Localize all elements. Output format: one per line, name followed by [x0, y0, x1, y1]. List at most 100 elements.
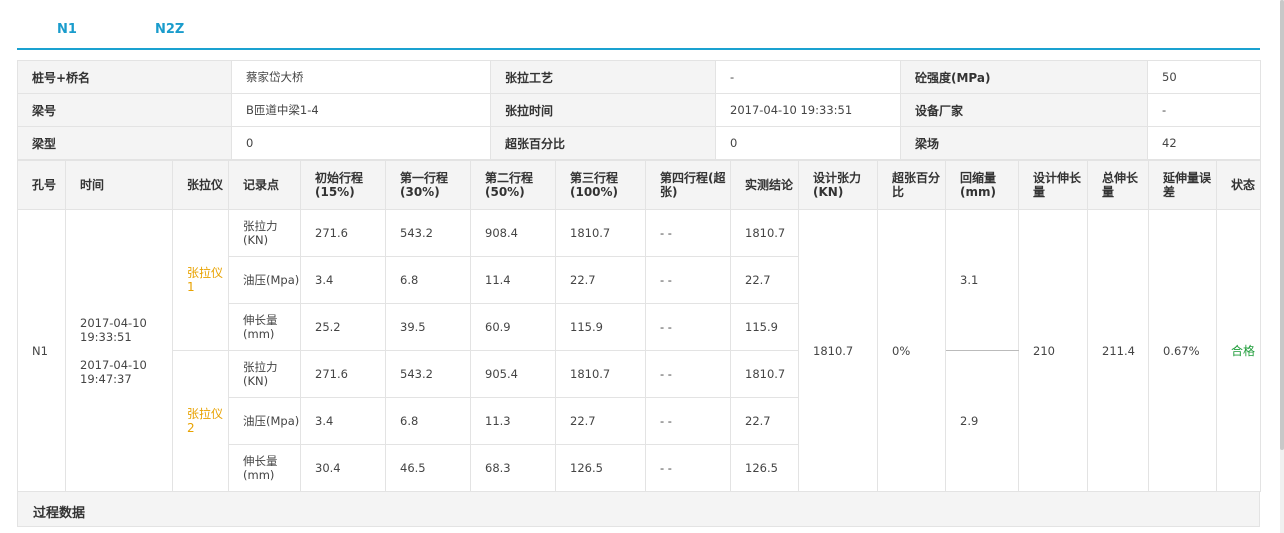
- col-header: 第二行程(50%): [470, 160, 556, 210]
- col-header: 初始行程(15%): [300, 160, 386, 210]
- section-title: 过程数据: [33, 506, 86, 521]
- over-percent: 0%: [877, 209, 946, 492]
- device-name: 张拉仪1: [172, 209, 229, 351]
- record-point: 张拉力(KN): [228, 350, 301, 398]
- col-header: 第四行程(超张): [645, 160, 731, 210]
- record-point: 张拉力(KN): [228, 209, 301, 257]
- tension-data-table: 孔号 时间 张拉仪 记录点 初始行程(15%) 第一行程(30%) 第二行程(5…: [17, 160, 1261, 492]
- info-label: 桩号+桥名: [17, 60, 232, 94]
- info-value: -: [715, 60, 901, 94]
- retract-value: 2.9: [945, 350, 1019, 492]
- data-cell: 115.9: [730, 303, 799, 351]
- data-cell: 1810.7: [730, 209, 799, 257]
- data-cell: 46.5: [385, 444, 471, 492]
- scrollbar[interactable]: [1280, 0, 1284, 533]
- info-label: 梁号: [17, 93, 232, 127]
- tab-n1[interactable]: N1: [57, 22, 77, 37]
- col-header: 实测结论: [730, 160, 799, 210]
- col-header: 孔号: [17, 160, 66, 210]
- col-header: 时间: [65, 160, 173, 210]
- elongation-error: 0.67%: [1148, 209, 1217, 492]
- record-point: 油压(Mpa): [228, 397, 301, 445]
- info-value: B匝道中梁1-4: [231, 93, 491, 127]
- data-cell: 68.3: [470, 444, 556, 492]
- data-cell: 22.7: [555, 256, 646, 304]
- data-cell: 22.7: [730, 397, 799, 445]
- info-row: 梁型 0 超张百分比 0 梁场 42: [17, 126, 1261, 160]
- data-cell: 3.4: [300, 397, 386, 445]
- data-cell: 22.7: [730, 256, 799, 304]
- col-header: 设计张力(KN): [798, 160, 878, 210]
- scrollbar-thumb[interactable]: [1280, 0, 1284, 450]
- data-cell: - -: [645, 350, 731, 398]
- info-value: -: [1147, 93, 1261, 127]
- data-cell: 543.2: [385, 209, 471, 257]
- data-cell: 115.9: [555, 303, 646, 351]
- data-cell: - -: [645, 397, 731, 445]
- col-header: 状态: [1216, 160, 1261, 210]
- record-point: 伸长量(mm): [228, 444, 301, 492]
- info-row: 桩号+桥名 蔡家岱大桥 张拉工艺 - 砼强度(MPa) 50: [17, 60, 1261, 94]
- time-cell: 2017-04-10 19:33:51 2017-04-10 19:47:37: [65, 209, 173, 492]
- data-cell: 39.5: [385, 303, 471, 351]
- data-cell: 25.2: [300, 303, 386, 351]
- col-header: 设计伸长量: [1018, 160, 1088, 210]
- tab-bar: N1 N2Z: [17, 0, 1260, 50]
- data-cell: - -: [645, 209, 731, 257]
- data-cell: 271.6: [300, 209, 386, 257]
- data-cell: 1810.7: [555, 209, 646, 257]
- info-value: 0: [231, 126, 491, 160]
- col-header: 总伸长量: [1087, 160, 1149, 210]
- data-cell: - -: [645, 256, 731, 304]
- design-elongation: 210: [1018, 209, 1088, 492]
- info-label: 设备厂家: [900, 93, 1148, 127]
- col-header: 延伸量误差: [1148, 160, 1217, 210]
- info-label: 梁场: [900, 126, 1148, 160]
- info-row: 梁号 B匝道中梁1-4 张拉时间 2017-04-10 19:33:51 设备厂…: [17, 93, 1261, 127]
- info-value: 蔡家岱大桥: [231, 60, 491, 94]
- table-row: N1 2017-04-10 19:33:51 2017-04-10 19:47:…: [17, 209, 1261, 492]
- data-cell: 271.6: [300, 350, 386, 398]
- end-time: 2017-04-10 19:47:37: [80, 357, 147, 386]
- col-header: 第三行程(100%): [555, 160, 646, 210]
- data-cell: 6.8: [385, 397, 471, 445]
- col-header: 回缩量(mm): [945, 160, 1019, 210]
- info-label: 梁型: [17, 126, 232, 160]
- data-cell: - -: [645, 303, 731, 351]
- data-cell: - -: [645, 444, 731, 492]
- process-data-section[interactable]: 过程数据: [17, 491, 1260, 527]
- tab-n2z[interactable]: N2Z: [155, 22, 184, 37]
- col-header: 记录点: [228, 160, 301, 210]
- info-label: 超张百分比: [490, 126, 716, 160]
- data-cell: 60.9: [470, 303, 556, 351]
- data-cell: 126.5: [555, 444, 646, 492]
- data-cell: 126.5: [730, 444, 799, 492]
- retract-value: 3.1: [945, 209, 1019, 351]
- col-header: 第一行程(30%): [385, 160, 471, 210]
- design-force: 1810.7: [798, 209, 878, 492]
- info-value: 0: [715, 126, 901, 160]
- hole-number: N1: [17, 209, 66, 492]
- info-label: 张拉时间: [490, 93, 716, 127]
- data-cell: 1810.7: [730, 350, 799, 398]
- data-cell: 6.8: [385, 256, 471, 304]
- data-cell: 1810.7: [555, 350, 646, 398]
- data-cell: 908.4: [470, 209, 556, 257]
- data-cell: 22.7: [555, 397, 646, 445]
- data-cell: 3.4: [300, 256, 386, 304]
- col-header: 超张百分比: [877, 160, 946, 210]
- record-point: 伸长量(mm): [228, 303, 301, 351]
- info-value: 50: [1147, 60, 1261, 94]
- data-cell: 905.4: [470, 350, 556, 398]
- start-time: 2017-04-10 19:33:51: [80, 315, 147, 344]
- status-badge: 合格: [1216, 209, 1261, 492]
- info-value: 2017-04-10 19:33:51: [715, 93, 901, 127]
- data-cell: 11.4: [470, 256, 556, 304]
- data-cell: 543.2: [385, 350, 471, 398]
- data-cell: 30.4: [300, 444, 386, 492]
- table-header-row: 孔号 时间 张拉仪 记录点 初始行程(15%) 第一行程(30%) 第二行程(5…: [17, 160, 1261, 210]
- record-point: 油压(Mpa): [228, 256, 301, 304]
- info-value: 42: [1147, 126, 1261, 160]
- col-header: 张拉仪: [172, 160, 229, 210]
- data-cell: 11.3: [470, 397, 556, 445]
